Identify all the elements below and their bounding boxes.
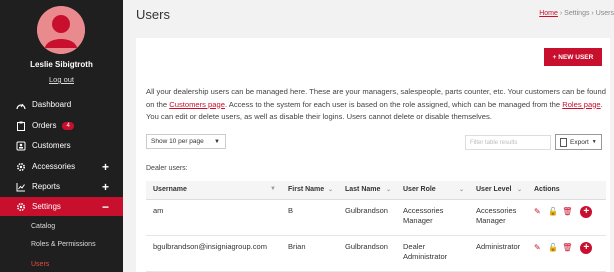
export-label: Export bbox=[570, 138, 589, 146]
breadcrumb-separator: › bbox=[591, 10, 594, 17]
cell-user-role: Accessories Manager bbox=[396, 199, 469, 236]
table-caption: Dealer users: bbox=[146, 165, 188, 172]
chevron-down-icon: ▼ bbox=[214, 138, 220, 145]
sidebar-item-orders[interactable]: Orders 4 bbox=[0, 116, 123, 135]
col-last-name[interactable]: Last Name ⌄ bbox=[338, 181, 396, 200]
breadcrumb-current: Users bbox=[595, 10, 614, 17]
gear-icon bbox=[16, 162, 26, 172]
users-table: Username ▼ First Name ⌄ Last Name ⌄ User Ro… bbox=[146, 181, 606, 272]
caret-down-icon: ▼ bbox=[591, 139, 597, 145]
clipboard-icon bbox=[16, 121, 26, 131]
sidebar-item-label: Settings bbox=[32, 202, 61, 211]
users-card: + NEW USER All your dealership users can… bbox=[136, 38, 610, 272]
user-avatar-icon bbox=[37, 6, 85, 54]
lock-icon[interactable]: 🔓 bbox=[548, 243, 558, 252]
sidebar-item-label: Accessories bbox=[32, 162, 76, 171]
sidebar-subitem-roles-permissions[interactable]: Roles & Permissions bbox=[0, 236, 123, 252]
edit-pencil-icon[interactable]: ✎ bbox=[534, 207, 542, 216]
cog-icon bbox=[16, 202, 26, 212]
sort-icon: ⌄ bbox=[458, 187, 464, 194]
dashboard-icon bbox=[16, 100, 26, 110]
table-row: am B Gulbrandson Accessories Manager Acc… bbox=[146, 199, 606, 236]
lock-icon[interactable]: 🔓 bbox=[548, 207, 558, 216]
cell-username: bgulbrandson@insigniagroup.com bbox=[146, 235, 281, 272]
new-user-button[interactable]: + NEW USER bbox=[544, 48, 602, 66]
cell-user-role: Dealer Administrator bbox=[396, 235, 469, 272]
cell-user-level: Administrator bbox=[469, 235, 527, 272]
roles-page-link[interactable]: Roles page bbox=[562, 100, 600, 109]
sidebar: Leslie Sibigtroth Log out Dashboard Orde… bbox=[0, 0, 123, 272]
export-file-icon bbox=[560, 138, 567, 147]
sidebar-subitem-catalog[interactable]: Catalog bbox=[0, 218, 123, 234]
page-title: Users bbox=[136, 7, 170, 22]
table-row: bgulbrandson@insigniagroup.com Brian Gul… bbox=[146, 235, 606, 272]
add-circle-icon[interactable]: + bbox=[580, 241, 593, 254]
sort-icon: ⌄ bbox=[385, 187, 391, 194]
sort-desc-icon: ▼ bbox=[270, 186, 276, 193]
page-description: All your dealership users can be managed… bbox=[146, 86, 606, 124]
breadcrumb-separator: › bbox=[559, 10, 563, 17]
cell-first-name: B bbox=[281, 199, 338, 236]
cell-last-name: Gulbrandson bbox=[338, 235, 396, 272]
cell-first-name: Brian bbox=[281, 235, 338, 272]
orders-count-badge: 4 bbox=[62, 121, 74, 130]
export-button[interactable]: Export ▼ bbox=[555, 134, 602, 150]
customers-page-link[interactable]: Customers page bbox=[169, 100, 225, 109]
cell-actions: ✎ 🔓 🗑 + bbox=[527, 199, 606, 236]
sort-icon: ⌄ bbox=[516, 187, 522, 194]
sidebar-subitem-users[interactable]: Users bbox=[0, 256, 123, 272]
sidebar-item-label: Reports bbox=[32, 182, 61, 191]
col-first-name[interactable]: First Name ⌄ bbox=[281, 181, 338, 200]
breadcrumb-home-link[interactable]: Home bbox=[539, 10, 558, 17]
user-name: Leslie Sibigtroth bbox=[30, 60, 93, 69]
page-size-value: Show 10 per page bbox=[151, 138, 204, 145]
cell-actions: ✎ 🔓 🗑 + bbox=[527, 235, 606, 272]
expand-plus-icon[interactable]: + bbox=[102, 180, 109, 194]
avatar bbox=[37, 6, 85, 54]
trash-icon[interactable]: 🗑 bbox=[562, 207, 572, 216]
expand-plus-icon[interactable]: + bbox=[102, 160, 109, 174]
col-actions: Actions bbox=[527, 181, 606, 200]
cell-username: am bbox=[146, 199, 281, 236]
cell-user-level: Accessories Manager bbox=[469, 199, 527, 236]
edit-pencil-icon[interactable]: ✎ bbox=[534, 243, 542, 252]
sidebar-item-reports[interactable]: Reports + bbox=[0, 177, 123, 196]
chart-line-icon bbox=[16, 182, 26, 192]
id-card-icon bbox=[16, 141, 26, 151]
sidebar-item-label: Dashboard bbox=[32, 100, 72, 109]
description-text: . Access to the system for each user is … bbox=[224, 99, 563, 109]
col-username[interactable]: Username ▼ bbox=[146, 181, 281, 200]
col-user-role[interactable]: User Role ⌄ bbox=[396, 181, 469, 200]
trash-icon[interactable]: 🗑 bbox=[562, 243, 572, 252]
user-profile: Leslie Sibigtroth Log out bbox=[0, 0, 123, 92]
cell-last-name: Gulbrandson bbox=[338, 199, 396, 236]
sidebar-item-customers[interactable]: Customers bbox=[0, 136, 123, 155]
filter-input[interactable]: Filter table results bbox=[465, 135, 551, 150]
breadcrumb-settings: Settings bbox=[564, 10, 590, 17]
col-user-level[interactable]: User Level ⌄ bbox=[469, 181, 527, 200]
sidebar-item-settings[interactable]: Settings − bbox=[0, 197, 123, 216]
sidebar-item-accessories[interactable]: Accessories + bbox=[0, 157, 123, 176]
sidebar-item-label: Customers bbox=[32, 141, 71, 150]
sidebar-item-label: Orders bbox=[32, 121, 57, 130]
add-circle-icon[interactable]: + bbox=[580, 205, 593, 218]
sort-icon: ⌄ bbox=[327, 187, 333, 194]
sidebar-item-dashboard[interactable]: Dashboard bbox=[0, 95, 123, 114]
logout-link[interactable]: Log out bbox=[0, 75, 123, 84]
collapse-minus-icon[interactable]: − bbox=[102, 200, 109, 214]
page-size-select[interactable]: Show 10 per page ▼ bbox=[146, 134, 226, 149]
breadcrumb: Home › Settings › Users bbox=[539, 10, 614, 17]
